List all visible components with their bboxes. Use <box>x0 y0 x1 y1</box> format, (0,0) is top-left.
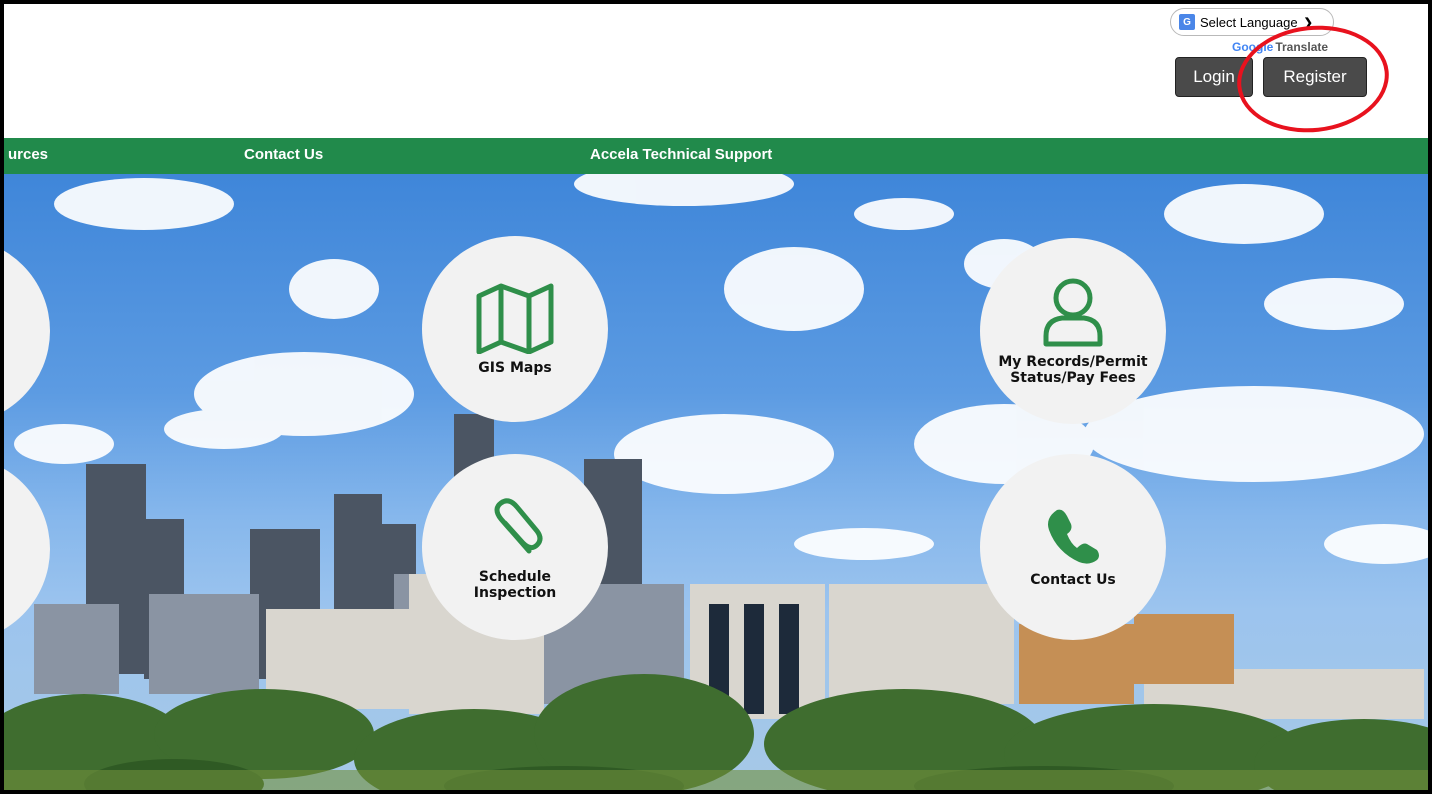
register-button[interactable]: Register <box>1263 57 1367 97</box>
language-select-label: Select Language <box>1200 14 1298 30</box>
main-nav: urces Contact Us Accela Technical Suppor… <box>4 138 1428 174</box>
tile-my-records[interactable]: My Records/Permit Status/Pay Fees <box>980 238 1166 424</box>
user-icon <box>1040 276 1106 352</box>
tile-gis-maps[interactable]: GIS Maps <box>422 236 608 422</box>
chevron-down-icon: ❯ <box>1303 16 1313 29</box>
nav-item-resources[interactable]: urces <box>8 146 48 163</box>
tile-schedule-inspection[interactable]: Schedule Inspection <box>422 454 608 640</box>
tile-label: My Records/Permit Status/Pay Fees <box>998 354 1148 386</box>
translate-label: Translate <box>1275 40 1329 54</box>
google-translate-icon: G <box>1179 14 1195 30</box>
phone-icon <box>1043 506 1103 570</box>
tile-contact-us[interactable]: Contact Us <box>980 454 1166 640</box>
map-icon <box>475 282 555 358</box>
google-logo: Google <box>1232 40 1274 54</box>
hero-skyline-background: GIS Maps My Records/Permit Status/Pay Fe… <box>4 174 1428 790</box>
tile-label: GIS Maps <box>478 360 552 376</box>
nav-item-contact-us[interactable]: Contact Us <box>244 146 323 163</box>
site-header: G Select Language ❯ Google Translate Logi… <box>4 4 1428 140</box>
skyline-illustration <box>4 174 1428 790</box>
nav-item-accela-technical-support[interactable]: Accela Technical Support <box>590 146 772 163</box>
tile-label: Schedule Inspection <box>473 569 557 601</box>
tile-label: Contact Us <box>1030 572 1116 588</box>
powered-by-google-translate[interactable]: Google Translate <box>1232 40 1328 54</box>
login-button[interactable]: Login <box>1175 57 1253 97</box>
browser-viewport: G Select Language ❯ Google Translate Logi… <box>0 0 1432 794</box>
paperclip-icon <box>485 493 545 567</box>
language-select[interactable]: G Select Language ❯ <box>1170 8 1334 36</box>
